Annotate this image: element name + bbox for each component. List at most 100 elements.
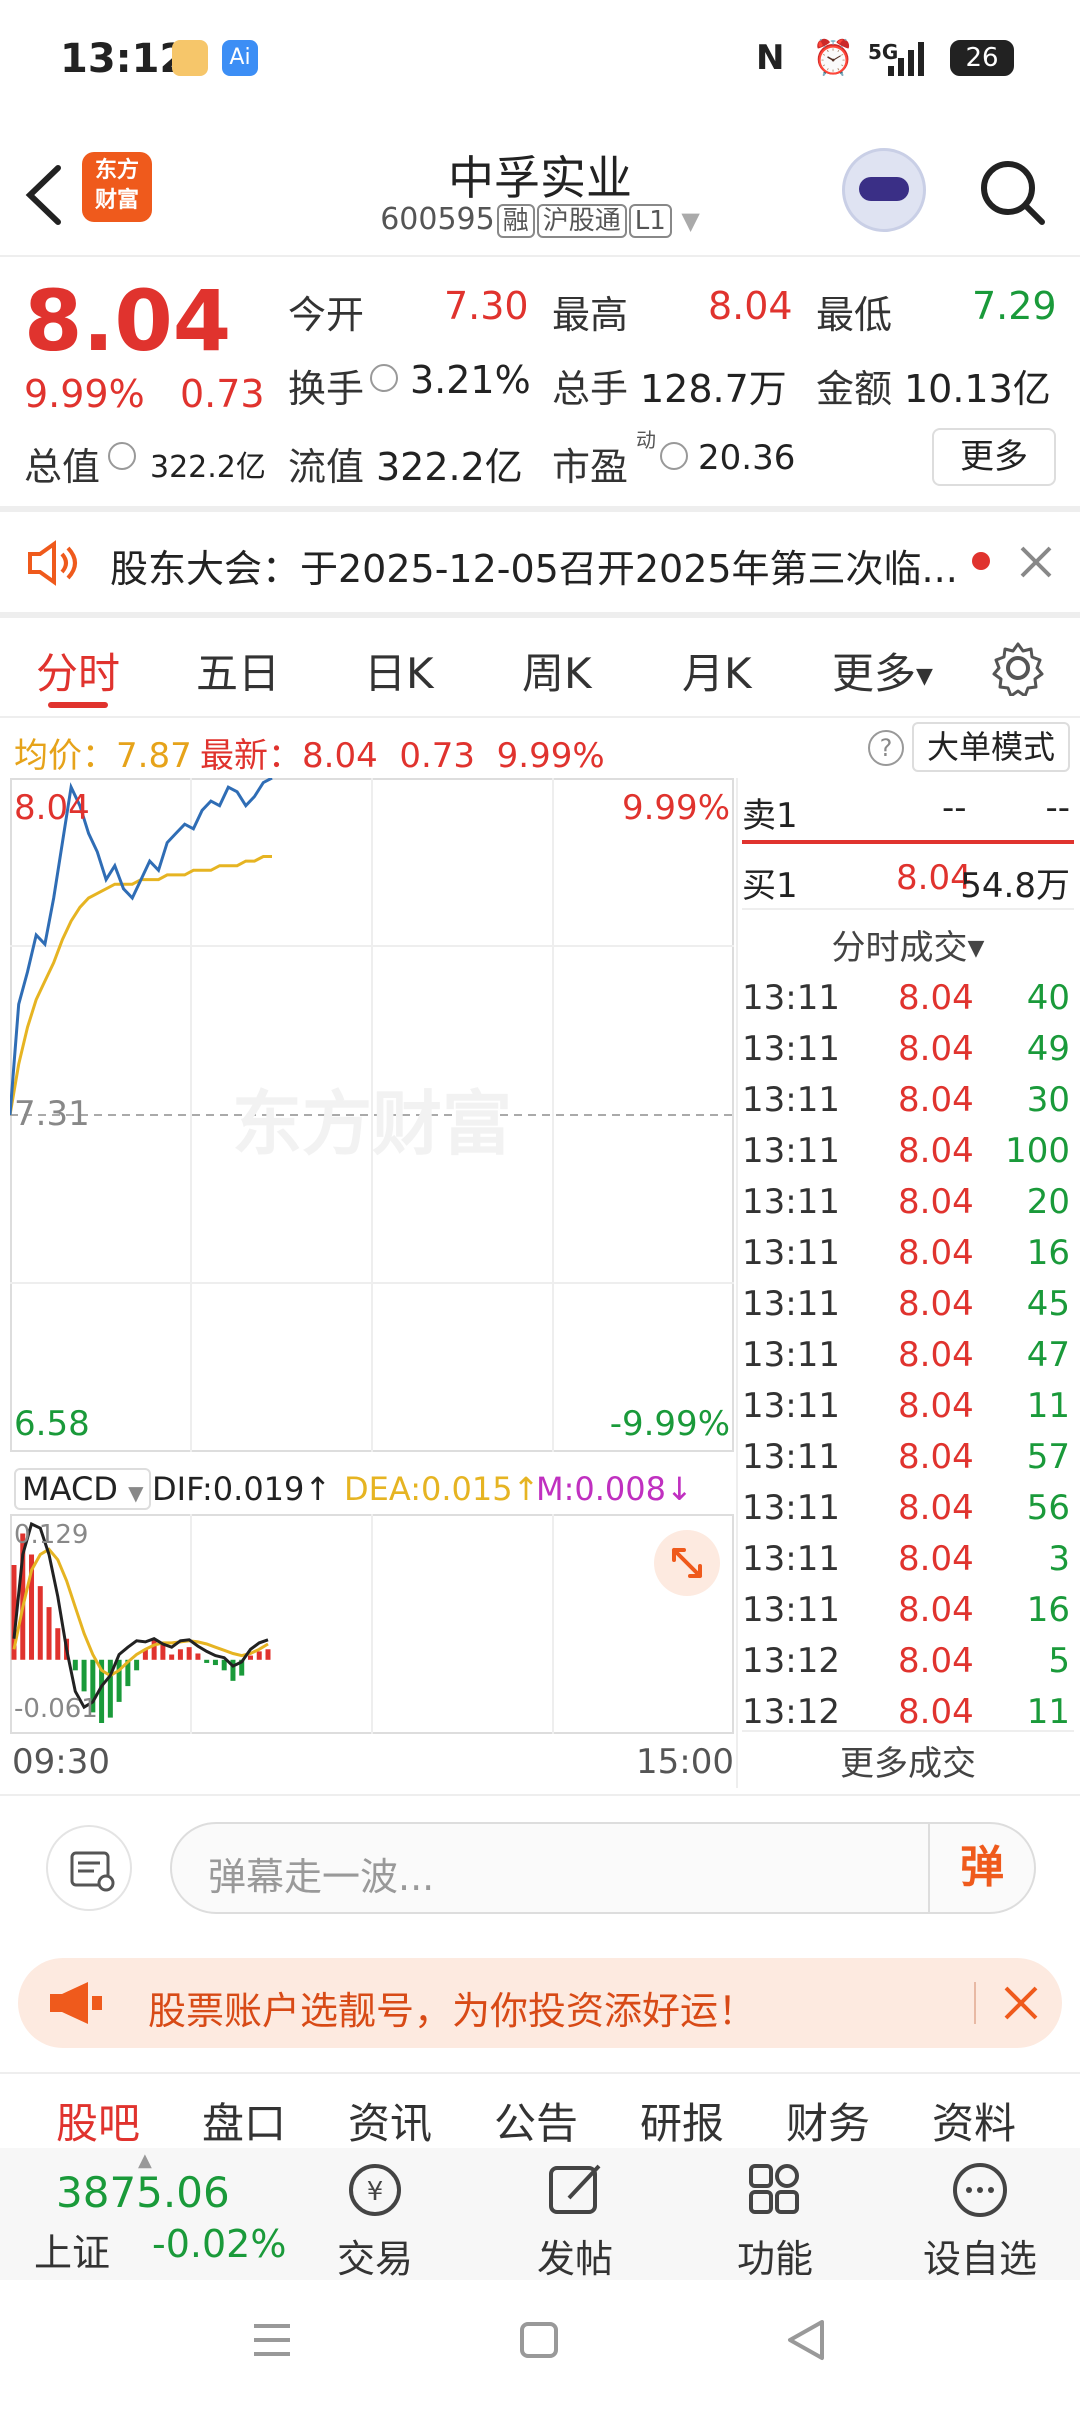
tab-five-day[interactable]: 五日: [196, 640, 280, 701]
chevron-down-icon: ▼: [128, 1481, 144, 1505]
menu-icon[interactable]: [250, 2320, 294, 2360]
index-ticker[interactable]: ▲ 3875.06 上证 -0.02%: [18, 2148, 288, 2280]
search-icon[interactable]: [978, 158, 1046, 226]
settings-gear-icon[interactable]: [990, 640, 1046, 696]
tick-time: 13:11: [742, 1182, 840, 1222]
amount-label: 金额: [816, 367, 893, 411]
pe-sup: 动: [636, 428, 656, 452]
tab-pankou[interactable]: 盘口: [202, 2090, 286, 2151]
danmu-input[interactable]: 弹幕走一波... 弹: [170, 1822, 1036, 1914]
tick-row: 13:11 8.04 30: [742, 1074, 1074, 1125]
buy1-volume: 54.8万: [960, 866, 1070, 906]
home-icon[interactable]: [518, 2320, 562, 2360]
tick-volume: 11: [1026, 1386, 1070, 1426]
macd-dif: DIF:0.019↑: [152, 1470, 332, 1508]
sell1-label: 卖1: [742, 796, 798, 836]
tick-volume: 57: [1026, 1437, 1070, 1477]
tab-weekly-k[interactable]: 周K: [522, 640, 592, 701]
tick-volume: 11: [1026, 1692, 1070, 1732]
tick-row: 13:11 8.04 49: [742, 1023, 1074, 1074]
tick-volume: 20: [1026, 1182, 1070, 1222]
tick-price: 8.04: [898, 1131, 974, 1171]
intraday-chart[interactable]: 东方财富 8.04 9.99% 7.31 6.58 -9.99%: [10, 778, 734, 1452]
back-nav-icon[interactable]: [784, 2318, 828, 2362]
megaphone-icon: [50, 1982, 102, 2024]
tick-volume: 30: [1026, 1080, 1070, 1120]
notice-bar[interactable]: 股东大会：于2025-12-05召开2025年第三次临...: [0, 512, 1080, 612]
tick-price: 8.04: [898, 1437, 974, 1477]
top-price-label: 8.04: [14, 788, 90, 828]
tab-announcements[interactable]: 公告: [494, 2090, 578, 2151]
info-icon[interactable]: [370, 364, 398, 392]
change-percent: 9.99%: [24, 372, 145, 416]
edit-icon: [549, 2164, 601, 2214]
tick-row: 13:11 8.04 16: [742, 1227, 1074, 1278]
tab-intraday[interactable]: 分时: [36, 640, 120, 701]
comment-list-icon[interactable]: [46, 1825, 132, 1911]
macd-chart[interactable]: 0.129 -0.061: [10, 1514, 734, 1734]
tick-time: 13:11: [742, 1539, 840, 1579]
tick-volume: 40: [1026, 978, 1070, 1018]
tick-time: 13:11: [742, 1080, 840, 1120]
tab-news[interactable]: 资讯: [348, 2090, 432, 2151]
tick-row: 13:11 8.04 3: [742, 1533, 1074, 1584]
index-pct: -0.02%: [152, 2222, 287, 2266]
nav-trade[interactable]: ¥ 交易: [300, 2148, 450, 2281]
tick-price: 8.04: [898, 1182, 974, 1222]
expand-icon[interactable]: [654, 1530, 720, 1596]
tick-time: 13:11: [742, 1233, 840, 1273]
nfc-icon: N: [756, 38, 785, 78]
help-icon[interactable]: ?: [868, 730, 904, 766]
macd-header: MACD ▼ DIF:0.019↑ DEA:0.015↑ M:0.008↓: [10, 1460, 734, 1512]
high-label: 最高: [552, 293, 629, 337]
close-icon[interactable]: [1002, 1984, 1040, 2022]
macd-bottom-label: -0.061: [14, 1694, 98, 1724]
ticks-title[interactable]: 分时成交▼: [742, 912, 1074, 972]
sell1-price: --: [942, 788, 967, 828]
assistant-robot-icon[interactable]: [842, 148, 926, 232]
speaker-icon: [28, 540, 77, 586]
tag-connect: 沪股通: [536, 204, 627, 238]
tick-price: 8.04: [898, 1233, 974, 1273]
danmu-button[interactable]: 弹: [928, 1824, 1034, 1912]
tick-row: 13:12 8.04 5: [742, 1635, 1074, 1686]
tick-time: 13:11: [742, 1488, 840, 1528]
more-quote-button[interactable]: 更多: [932, 428, 1056, 486]
info-icon[interactable]: [660, 442, 688, 470]
macd-selector[interactable]: MACD ▼: [14, 1468, 152, 1510]
stock-code: 600595: [380, 202, 495, 237]
more-trades-button[interactable]: 更多成交: [742, 1736, 1074, 1792]
tab-profile[interactable]: 资料: [932, 2090, 1016, 2151]
index-value: 3875.06: [56, 2168, 230, 2217]
close-icon[interactable]: [1018, 544, 1054, 580]
nav-add-watchlist[interactable]: 设自选: [900, 2148, 1060, 2281]
tab-monthly-k[interactable]: 月K: [682, 640, 752, 701]
tab-daily-k[interactable]: 日K: [364, 640, 434, 701]
macd-chart-svg: [10, 1514, 734, 1734]
big-order-mode-button[interactable]: 大单模式: [912, 722, 1070, 772]
chevron-down-icon: ▼: [681, 207, 700, 235]
avg-price-line: [10, 855, 272, 1116]
tab-research[interactable]: 研报: [640, 2090, 724, 2151]
tab-guba[interactable]: 股吧: [56, 2090, 140, 2151]
buy1-label: 买1: [742, 866, 798, 906]
latest-price-label: 最新：8.04 0.73 9.99%: [200, 736, 605, 776]
intraday-chart-svg: 东方财富: [10, 778, 734, 1452]
mktcap-label: 总值: [24, 445, 101, 489]
tick-price: 8.04: [898, 1488, 974, 1528]
svg-text:¥: ¥: [367, 2177, 384, 2207]
nav-functions[interactable]: 功能: [700, 2148, 850, 2281]
system-nav-bar: [0, 2280, 1080, 2412]
grid-icon: [749, 2164, 799, 2214]
signal-icon: [888, 42, 924, 76]
tab-more[interactable]: 更多▼: [832, 640, 933, 701]
chevron-down-icon: ▼: [916, 664, 933, 689]
chevron-down-icon: ▼: [967, 936, 985, 961]
info-icon[interactable]: [108, 442, 136, 470]
tick-row: 13:11 8.04 57: [742, 1431, 1074, 1482]
tick-volume: 100: [1005, 1131, 1070, 1171]
tick-price: 8.04: [898, 1692, 974, 1732]
nav-post[interactable]: 发帖: [500, 2148, 650, 2281]
promo-banner[interactable]: 股票账户选靓号，为你投资添好运！: [18, 1958, 1062, 2048]
tab-finance[interactable]: 财务: [786, 2090, 870, 2151]
